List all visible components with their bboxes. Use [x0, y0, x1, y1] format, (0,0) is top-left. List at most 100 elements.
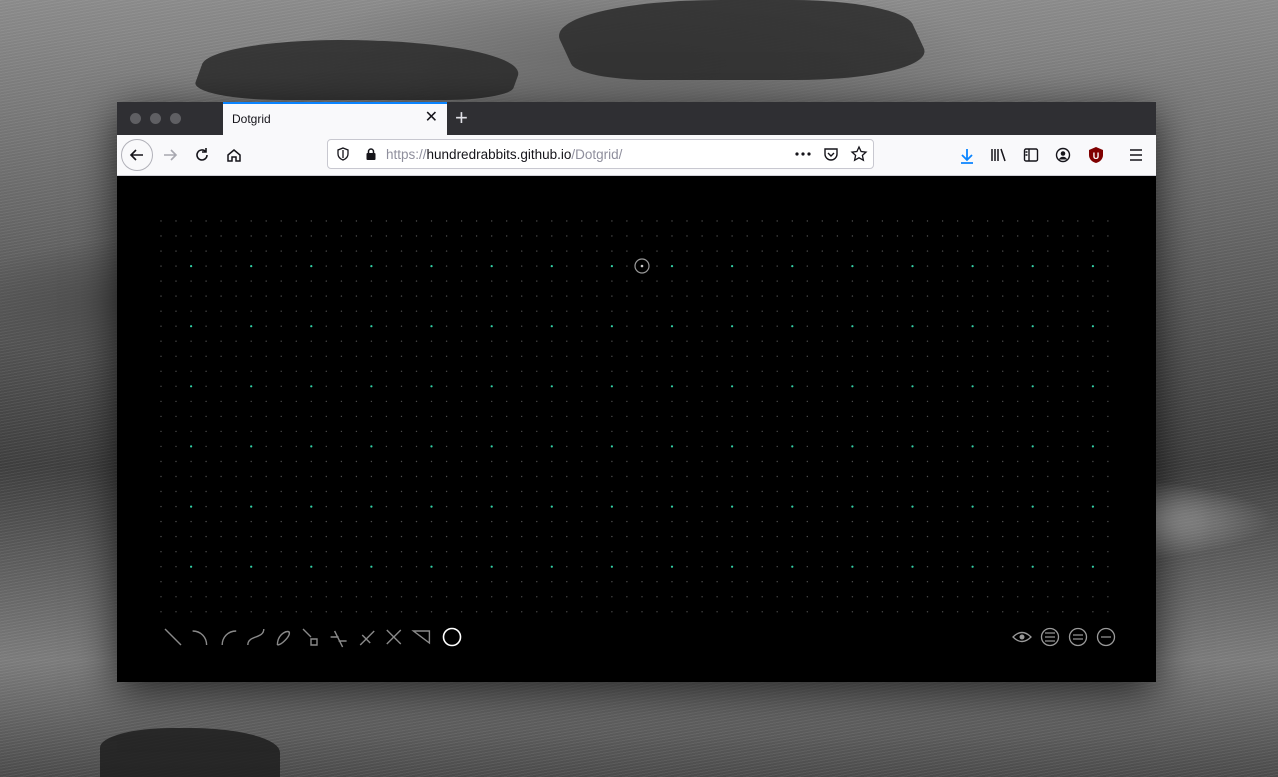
arc-clockwise-tool-icon[interactable] — [192, 630, 208, 646]
address-bar[interactable]: https://hundredrabbits.github.io/Dotgrid… — [327, 139, 874, 169]
style-2-icon[interactable] — [1068, 627, 1088, 647]
dotgrid-canvas[interactable] — [117, 176, 1156, 682]
minimize-window-button[interactable] — [150, 113, 161, 124]
reload-button[interactable] — [189, 142, 215, 168]
ublock-icon[interactable]: U — [1087, 146, 1105, 164]
grid-dot — [160, 611, 162, 613]
line-tool-icon[interactable] — [164, 628, 182, 646]
grid-dot — [325, 490, 327, 493]
back-button[interactable] — [121, 139, 153, 171]
arc-counterclockwise-tool-icon[interactable] — [221, 630, 237, 646]
grid-dot — [220, 220, 222, 222]
grid-dot — [1092, 581, 1094, 583]
forward-button[interactable] — [157, 142, 183, 168]
mirror-tool-icon[interactable] — [386, 629, 402, 645]
grid-dot — [881, 340, 884, 342]
grid-dot — [205, 475, 207, 478]
grid-dot — [941, 265, 944, 267]
close-tab-icon[interactable]: ✕ — [425, 109, 438, 127]
grid-dot — [1107, 566, 1109, 568]
grid-dot — [881, 370, 884, 372]
grid-dot — [566, 596, 568, 598]
home-button[interactable] — [221, 142, 247, 168]
grid-dot — [746, 295, 748, 297]
url-text[interactable]: https://hundredrabbits.github.io/Dotgrid… — [386, 147, 622, 162]
grid-dot-major — [190, 265, 193, 268]
grid-dot — [896, 310, 899, 312]
grid-dot — [355, 250, 358, 252]
grid-dot — [175, 490, 177, 493]
grid-dot — [656, 310, 658, 312]
grid-dot — [806, 430, 808, 433]
grid-dot-major — [490, 445, 493, 448]
grid-dot — [415, 611, 418, 613]
grid-dot — [656, 385, 658, 387]
grid-dot-major — [1091, 325, 1094, 328]
grid-dot — [385, 581, 388, 583]
grid-dot — [235, 475, 237, 478]
grid-dot — [956, 581, 959, 583]
grid-dot — [160, 295, 162, 297]
fill-tool-icon[interactable] — [411, 630, 431, 645]
close-tool-icon[interactable] — [276, 630, 291, 646]
grid-dot — [205, 325, 207, 327]
grid-dot — [160, 400, 162, 403]
close-window-button[interactable] — [130, 113, 141, 124]
library-icon[interactable] — [990, 147, 1008, 163]
grid-dot — [656, 415, 658, 418]
grid-dot — [1062, 400, 1064, 403]
grid-dot — [280, 520, 282, 523]
grid-dot — [1107, 415, 1109, 418]
grid-dot — [686, 475, 688, 478]
bezier-tool-icon[interactable] — [247, 628, 265, 646]
grid-dot — [626, 415, 628, 418]
grid-dot — [521, 551, 523, 553]
grid-dot — [746, 280, 748, 282]
thickness-tool-icon[interactable] — [359, 630, 375, 646]
grid-dot — [986, 325, 989, 327]
grid-dot — [536, 295, 538, 297]
grid-dot — [475, 400, 478, 403]
menu-icon[interactable] — [1128, 148, 1144, 162]
grid-dot — [355, 535, 358, 538]
new-tab-icon[interactable]: + — [455, 106, 468, 130]
grid-dot — [671, 581, 673, 583]
download-icon[interactable] — [959, 147, 975, 165]
grid-dot — [881, 415, 884, 418]
more-icon[interactable] — [794, 147, 812, 161]
grid-dot — [1107, 220, 1109, 222]
grid-dot — [1107, 280, 1109, 282]
grid-dot-major — [190, 505, 193, 508]
grid-dot-major — [731, 565, 734, 568]
grid-dot — [896, 370, 899, 372]
grid-dot-major — [370, 565, 373, 568]
grid-dot — [160, 520, 162, 523]
color-tool-icon[interactable] — [442, 627, 462, 647]
grid-dot — [566, 325, 568, 327]
grid-dot-major — [971, 445, 974, 448]
sidebar-icon[interactable] — [1023, 147, 1039, 163]
grid-dot — [1092, 535, 1094, 538]
grid-dot — [1107, 370, 1109, 372]
pocket-icon[interactable] — [823, 146, 839, 162]
grid-dot — [521, 520, 523, 523]
grid-dot — [491, 250, 493, 252]
grid-dot — [370, 460, 373, 463]
dot-grid[interactable] — [117, 176, 1156, 682]
grid-dot — [956, 280, 959, 282]
grid-dot — [475, 475, 478, 478]
grid-dot — [220, 400, 222, 403]
grid-dot — [1077, 400, 1079, 403]
grid-dot — [1062, 220, 1064, 222]
grid-dot — [220, 385, 222, 387]
grid-dot — [475, 581, 478, 583]
linejoin-tool-icon[interactable] — [330, 630, 347, 648]
account-icon[interactable] — [1055, 147, 1071, 163]
star-icon[interactable] — [850, 145, 868, 163]
grid-dot — [235, 551, 237, 553]
grid-dot — [355, 370, 358, 372]
grid-dot — [851, 400, 854, 403]
zoom-window-button[interactable] — [170, 113, 181, 124]
tab-dotgrid[interactable]: Dotgrid ✕ — [223, 102, 447, 135]
linecap-tool-icon[interactable] — [302, 628, 318, 646]
